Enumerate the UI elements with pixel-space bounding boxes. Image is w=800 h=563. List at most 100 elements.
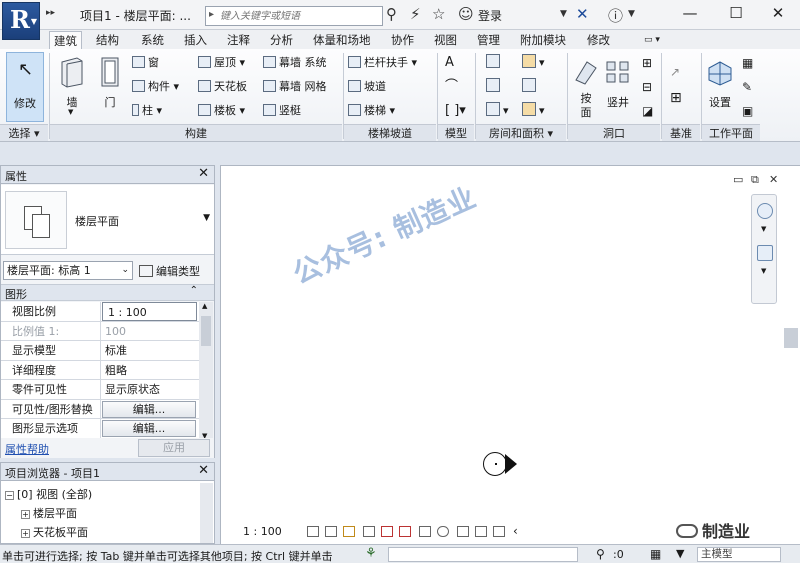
curtain-system-button[interactable]: 幕墙 系统 — [263, 54, 327, 72]
binoculars-icon[interactable]: ⚲ — [386, 5, 397, 25]
tab-manage[interactable]: 管理 — [473, 31, 504, 49]
category-graphics[interactable]: 图形 ⌃ — [1, 284, 214, 301]
filter-icon[interactable]: ⚲ — [596, 547, 605, 561]
ceiling-button[interactable]: 天花板 — [198, 78, 247, 96]
minimize-button[interactable]: — — [670, 2, 710, 24]
detail-level-value[interactable]: 粗略 — [102, 361, 198, 380]
filter-funnel-icon[interactable]: ▼ — [676, 547, 684, 560]
search-input[interactable] — [220, 8, 380, 24]
ribbon-minimize-icon[interactable]: ▭ ▾ — [640, 31, 664, 49]
model-line-icon[interactable]: ⌒ — [445, 78, 458, 96]
drawing-canvas[interactable]: ▭ ⧉ ✕ ▼ ▼ 1 : 100 ‹ — [220, 165, 800, 544]
tab-structure[interactable]: 结构 — [92, 31, 123, 49]
parts-visibility-value[interactable]: 显示原状态 — [102, 380, 198, 399]
model-text-icon[interactable]: A — [445, 54, 454, 72]
expand-icon[interactable]: + — [21, 510, 30, 519]
wall-opening-icon[interactable]: ⊞ — [642, 54, 652, 72]
help-dropdown-icon[interactable]: ▼ — [628, 9, 635, 29]
tab-modify[interactable]: 修改 — [583, 31, 614, 49]
sun-path-icon[interactable] — [343, 526, 355, 537]
shadows-icon[interactable] — [363, 526, 375, 537]
view-scale-field[interactable]: 1 : 100 — [102, 302, 197, 321]
view-minimize-icon[interactable]: ▭ — [733, 173, 743, 186]
detail-level-icon[interactable] — [307, 526, 319, 537]
canvas-scroll-thumb[interactable] — [784, 328, 798, 348]
view-scale[interactable]: 1 : 100 — [243, 525, 282, 538]
analytical-model-icon[interactable] — [475, 526, 487, 537]
close-icon[interactable]: ✕ — [198, 166, 209, 181]
collapse-icon[interactable]: − — [5, 491, 14, 500]
tag-area-icon[interactable]: ▾ — [522, 102, 545, 120]
reveal-hidden-icon[interactable] — [457, 526, 469, 537]
design-options-icon[interactable]: ▦ — [650, 547, 661, 561]
window-button[interactable]: 窗 — [132, 54, 159, 72]
scroll-up-icon[interactable]: ▲ — [202, 302, 207, 310]
temp-hide-icon[interactable] — [437, 526, 449, 537]
elevation-arrow[interactable] — [505, 454, 517, 474]
area-icon[interactable]: ▾ — [486, 102, 509, 120]
instance-selector[interactable]: 楼层平面: 标高 1 ⌄ — [3, 261, 133, 280]
login-button[interactable]: 登录 — [478, 7, 502, 24]
edit-type-button[interactable]: 编辑类型 — [139, 263, 200, 279]
tab-architecture[interactable]: 建筑 — [49, 31, 82, 49]
tab-insert[interactable]: 插入 — [180, 31, 211, 49]
scroll-thumb[interactable] — [201, 316, 211, 346]
vertical-opening-icon[interactable]: ⊟ — [642, 78, 652, 96]
tab-systems[interactable]: 系统 — [137, 31, 168, 49]
component-button[interactable]: 构件 ▾ — [132, 78, 179, 96]
workplane-viewer-icon[interactable]: ▣ — [742, 102, 753, 120]
tree-node-ceiling-plans[interactable]: + 天花板平面 — [5, 523, 92, 542]
set-workplane-button[interactable]: 设置 — [700, 52, 740, 124]
worksets-icon[interactable]: ⚘ — [365, 546, 377, 561]
view-restore-icon[interactable]: ⧉ — [751, 173, 759, 187]
apply-button[interactable]: 应用 — [138, 439, 210, 457]
maximize-button[interactable]: ☐ — [716, 2, 756, 24]
highlight-displacement-icon[interactable] — [493, 526, 505, 537]
chevron-left-icon[interactable]: ‹ — [513, 524, 518, 538]
room-icon[interactable] — [486, 54, 503, 72]
browser-scrollbar[interactable] — [200, 483, 213, 543]
chevron-down-icon[interactable]: ▼ — [203, 213, 210, 223]
roof-button[interactable]: 屋顶 ▾ — [198, 54, 245, 72]
level-icon[interactable]: ↗ — [670, 63, 680, 81]
room-separator-icon[interactable] — [486, 78, 503, 96]
zoom-region-icon[interactable] — [757, 245, 773, 261]
favorites-star-icon[interactable]: ☆ — [432, 5, 445, 25]
workset-field[interactable] — [388, 547, 578, 562]
tree-node-floor-plans[interactable]: + 楼层平面 — [5, 504, 92, 523]
exchange-apps-icon[interactable]: ✕ — [576, 5, 589, 25]
tag-room-icon[interactable]: ▾ — [522, 54, 545, 72]
help-icon[interactable]: ⓘ — [608, 5, 623, 25]
area-boundary-icon[interactable] — [522, 78, 539, 96]
door-button[interactable]: 门 — [90, 52, 130, 124]
show-crop-region-icon[interactable] — [399, 526, 411, 537]
stair-button[interactable]: 楼梯 ▾ — [348, 102, 395, 120]
subscription-icon[interactable]: ⚡ — [410, 5, 421, 25]
search-box[interactable]: ▸ — [205, 6, 383, 26]
user-icon[interactable]: ☺ — [458, 5, 474, 25]
elevation-marker[interactable] — [483, 452, 507, 476]
tree-node-views[interactable]: − [0] 视图 (全部) — [5, 485, 92, 504]
quick-access-more-icon[interactable]: ▸▸ — [46, 8, 55, 18]
vg-overrides-edit-button[interactable]: 编辑... — [102, 400, 196, 418]
tab-massing-site[interactable]: 体量和场地 — [309, 31, 375, 49]
steering-wheel-icon[interactable] — [757, 203, 773, 219]
properties-scrollbar[interactable]: ▲ ▼ — [199, 302, 213, 440]
tab-view[interactable]: 视图 — [430, 31, 461, 49]
model-group-icon[interactable]: [ ]▾ — [445, 102, 466, 120]
chevron-down-icon[interactable]: ▼ — [761, 267, 766, 275]
unlock-3d-icon[interactable] — [419, 526, 431, 537]
dormer-opening-icon[interactable]: ◪ — [642, 102, 653, 120]
view-close-icon[interactable]: ✕ — [769, 173, 778, 186]
floor-button[interactable]: 楼板 ▾ — [198, 102, 245, 120]
tab-collaborate[interactable]: 协作 — [387, 31, 418, 49]
wall-button[interactable]: 墙 ▼ — [52, 52, 92, 124]
curtain-grid-button[interactable]: 幕墙 网格 — [263, 78, 327, 96]
search-expand-icon[interactable]: ▸ — [209, 9, 214, 20]
visual-style-icon[interactable] — [325, 526, 337, 537]
modify-button[interactable]: ↖ 修改 — [6, 52, 44, 122]
graphic-display-edit-button[interactable]: 编辑... — [102, 420, 196, 437]
room-area-panel-label[interactable]: 房间和面积 ▾ — [476, 124, 566, 141]
close-icon[interactable]: ✕ — [198, 463, 209, 478]
select-panel-label[interactable]: 选择 ▾ — [0, 124, 48, 141]
